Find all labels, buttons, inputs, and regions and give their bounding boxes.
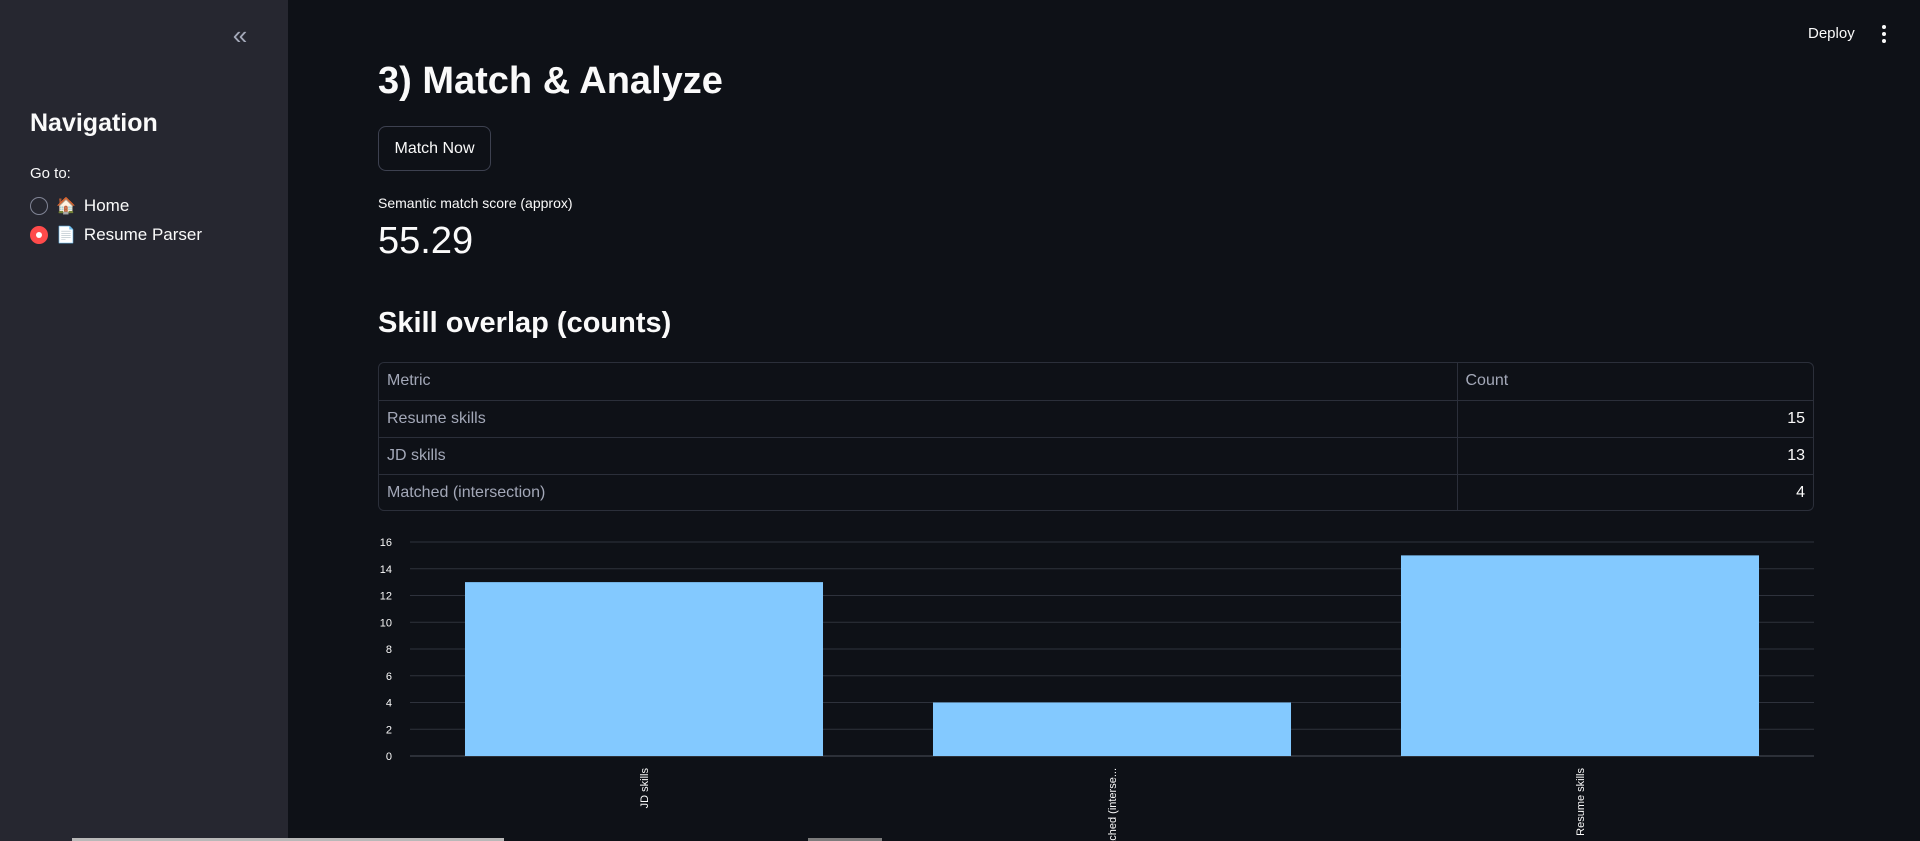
sidebar: « Navigation Go to: 🏠 Home 📄 Resume Pars… [0, 0, 288, 841]
radio-option-home[interactable]: 🏠 Home [30, 196, 129, 216]
radio-option-label: Home [83, 196, 130, 215]
menu-dot [1882, 32, 1886, 36]
kebab-menu-icon[interactable] [1876, 22, 1892, 46]
y-tick-label: 0 [386, 751, 392, 763]
table-cell-metric[interactable]: JD skills [379, 437, 1458, 475]
match-now-button[interactable]: Match Now [378, 126, 491, 171]
x-category-label: Matched (interse... [1107, 768, 1119, 841]
column-header-metric[interactable]: Metric [379, 363, 1458, 401]
y-tick-label: 12 [380, 591, 392, 603]
document-icon: 📄 [56, 227, 76, 244]
table-row: JD skills 13 [379, 437, 1813, 475]
chart-bar[interactable] [464, 582, 824, 756]
house-icon: 🏠 [56, 198, 76, 215]
radio-option-resume-parser[interactable]: 📄 Resume Parser [30, 225, 202, 245]
chevrons-left-icon[interactable]: « [226, 22, 254, 50]
radio-group-label: Go to: [30, 165, 71, 182]
chart-bar[interactable] [1400, 555, 1760, 756]
radio-button-selected[interactable] [30, 226, 48, 244]
y-tick-label: 6 [386, 671, 392, 683]
table-cell-count[interactable]: 15 [1457, 400, 1813, 438]
section-title: Skill overlap (counts) [378, 307, 672, 339]
y-tick-label: 10 [380, 617, 392, 629]
y-tick-label: 16 [380, 537, 392, 549]
radio-option-label: Resume Parser [83, 225, 203, 244]
page-title: 3) Match & Analyze [378, 60, 723, 102]
table-row: Matched (intersection) 4 [379, 474, 1813, 510]
table-cell-count[interactable]: 4 [1457, 474, 1813, 510]
x-category-label: Resume skills [1575, 768, 1587, 836]
y-tick-label: 2 [386, 724, 392, 736]
y-tick-label: 8 [386, 644, 392, 656]
y-tick-label: 4 [386, 698, 392, 710]
column-header-count[interactable]: Count [1457, 363, 1813, 401]
menu-dot [1882, 25, 1886, 29]
table-cell-metric[interactable]: Resume skills [379, 400, 1458, 438]
metric-label: Semantic match score (approx) [378, 195, 573, 211]
skill-overlap-table[interactable]: Metric Count Resume skills 15 JD skills … [378, 362, 1814, 511]
y-tick-label: 14 [380, 564, 392, 576]
metric-value: 55.29 [378, 220, 474, 262]
deploy-button[interactable]: Deploy [1808, 25, 1855, 42]
skill-overlap-bar-chart[interactable]: 0 2 4 6 8 10 12 14 16 JD skills Matched (interse..… [378, 528, 1814, 841]
table-row: Resume skills 15 [379, 400, 1813, 438]
chart-bar[interactable] [932, 702, 1292, 757]
table-cell-count[interactable]: 13 [1457, 437, 1813, 475]
radio-button-unselected[interactable] [30, 197, 48, 215]
table-header-row: Metric Count [379, 363, 1813, 401]
x-category-label: JD skills [639, 768, 651, 809]
table-cell-metric[interactable]: Matched (intersection) [379, 474, 1458, 510]
sidebar-title: Navigation [30, 109, 158, 137]
menu-dot [1882, 39, 1886, 43]
